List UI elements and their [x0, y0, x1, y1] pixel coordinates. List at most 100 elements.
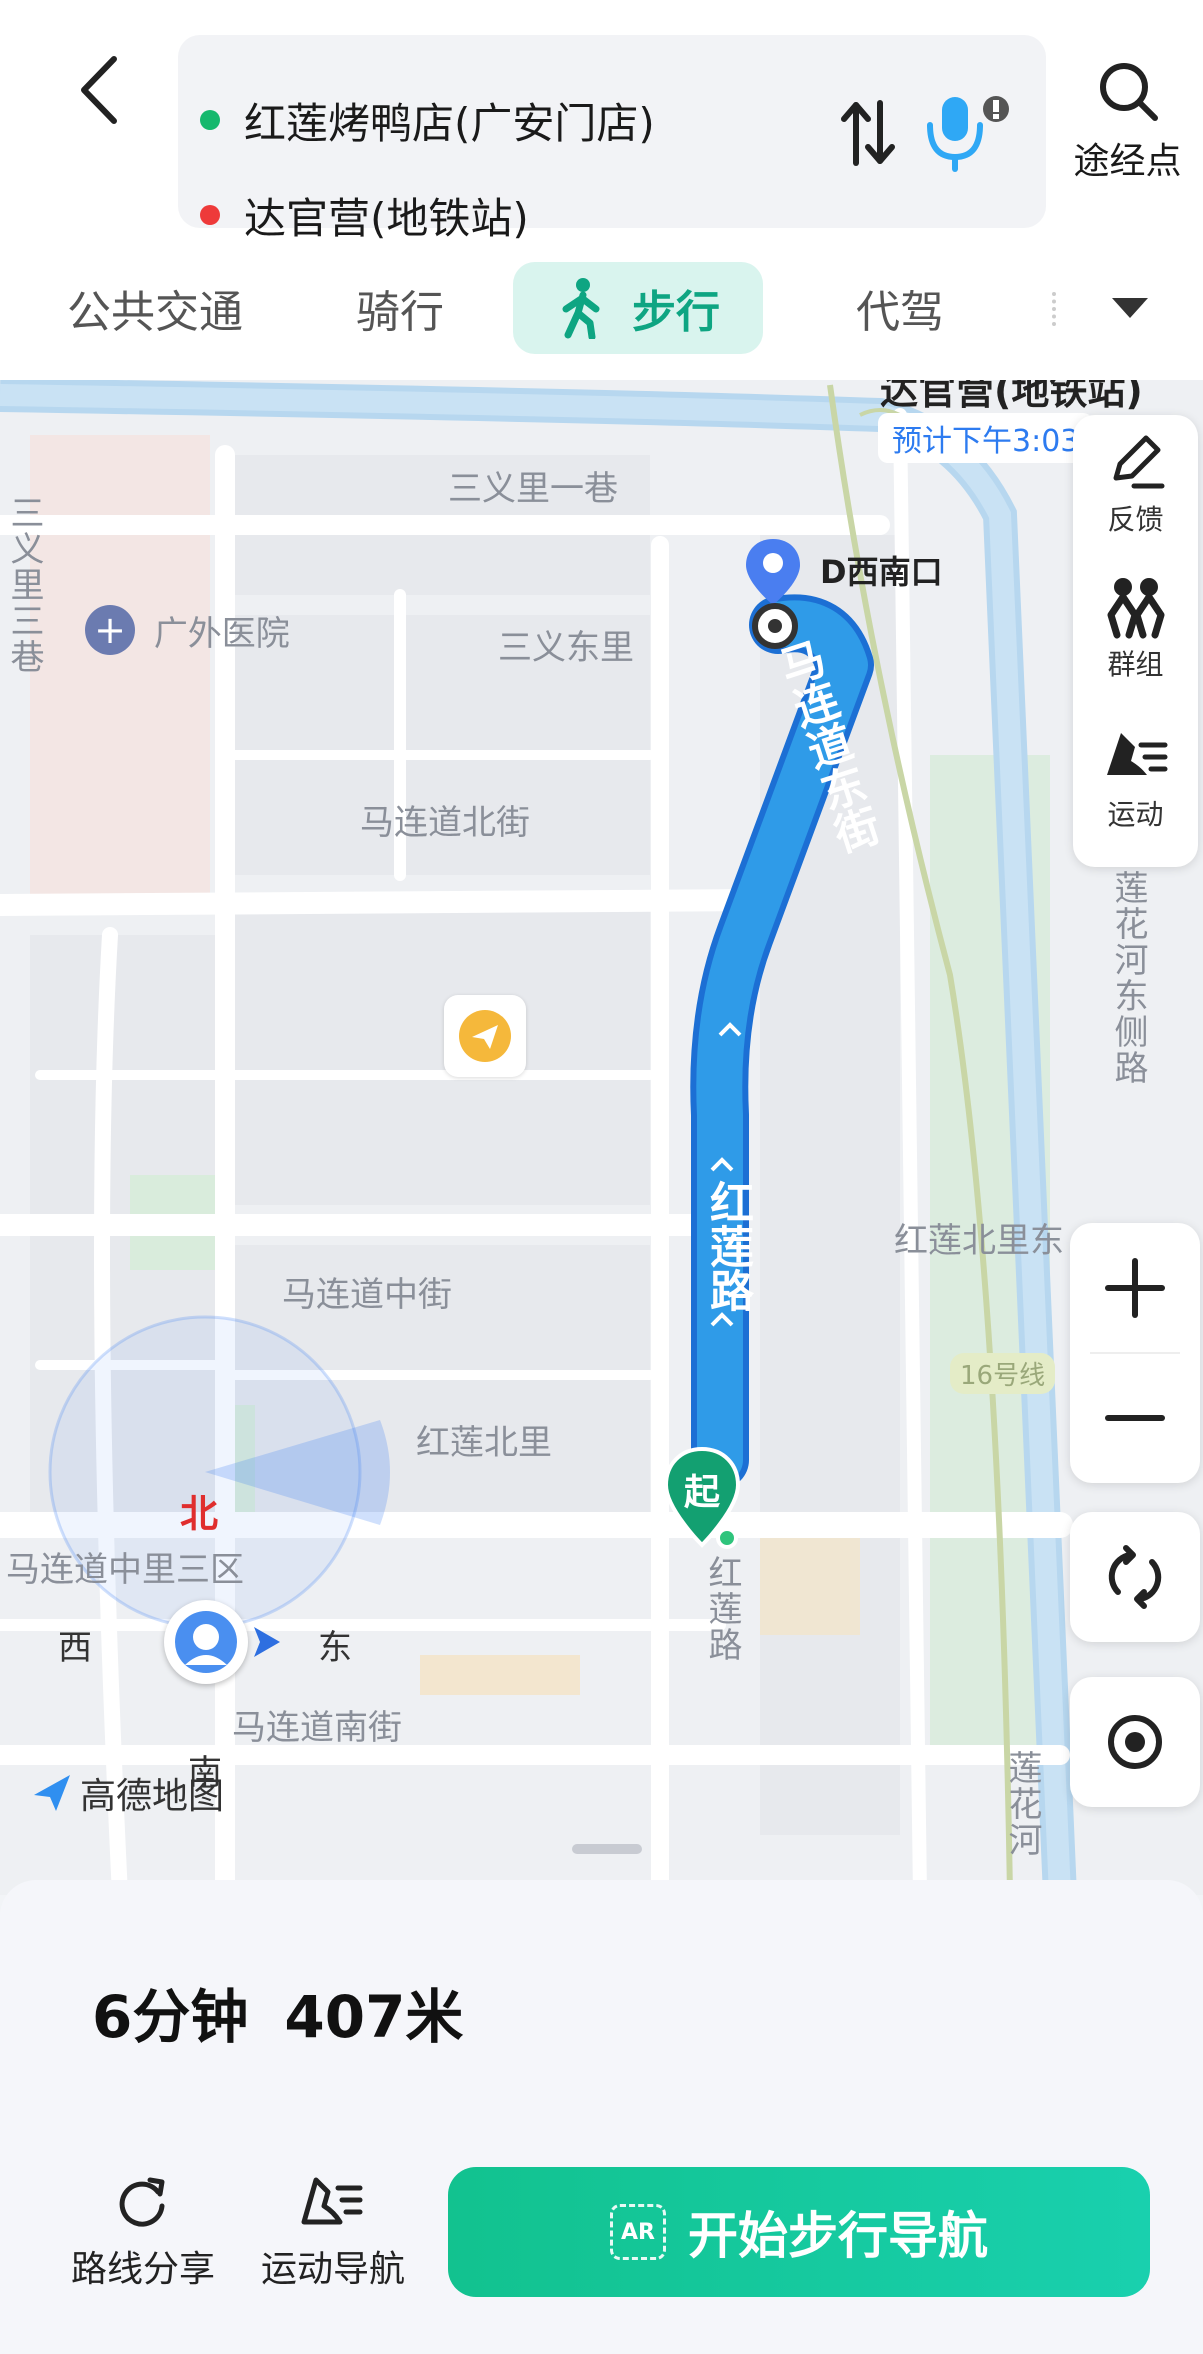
- start-nav-label: 开始步行导航: [688, 2207, 988, 2265]
- eta-badge: 预计下午3:03: [878, 413, 1094, 463]
- end-dot: [200, 205, 220, 225]
- locate-icon: [1108, 1715, 1162, 1769]
- destination-pin[interactable]: [742, 535, 804, 613]
- amap-logo-icon: [34, 1775, 70, 1811]
- route-summary: 6分钟 407米: [92, 1970, 463, 2054]
- route-duration: 6分钟: [92, 1983, 249, 2051]
- caret-down-icon: [1112, 298, 1148, 318]
- sport-navigation-button[interactable]: 运动导航: [248, 2170, 418, 2292]
- zoom-controls: [1070, 1223, 1200, 1483]
- poi-coin-marker[interactable]: [444, 995, 526, 1077]
- start-marker[interactable]: 起: [660, 1445, 744, 1553]
- compass-north: 北: [180, 1492, 219, 1536]
- hospital-icon: +: [85, 605, 135, 655]
- share-route-button[interactable]: 路线分享: [58, 2170, 228, 2292]
- sport-shoe-icon: [1106, 733, 1167, 775]
- ar-icon: AR: [610, 2204, 666, 2260]
- street-label: 马连道北街: [360, 803, 530, 843]
- header: 红莲烤鸭店(广安门店) 达官营(地铁站) 途经点 公共交通 骑行 步行 代驾: [0, 0, 1203, 380]
- swap-arrows-icon: [841, 100, 895, 166]
- waypoint-button[interactable]: 途经点: [1060, 60, 1195, 200]
- travel-mode-tabs: 公共交通 骑行 步行 代驾: [0, 262, 1203, 354]
- end-point-marker: [752, 603, 798, 649]
- end-location-text: 达官营(地铁站): [244, 193, 529, 243]
- compass-east: 东: [318, 1628, 352, 1668]
- start-dot: [200, 110, 220, 130]
- map-view[interactable]: 三义里一巷 三义里三巷 + 广外医院 三义东里 马连道北街 马连道中街 红莲北里…: [0, 375, 1203, 1895]
- user-location-avatar[interactable]: [164, 1600, 248, 1684]
- street-label: 莲花河东侧路: [1108, 870, 1148, 1086]
- sport-button[interactable]: 运动: [1073, 725, 1198, 865]
- search-icon: [1099, 63, 1158, 121]
- poi-hospital[interactable]: + 广外医院: [85, 605, 290, 655]
- area-label: 红莲北里东: [894, 1221, 1064, 1261]
- refresh-icon: [1108, 1545, 1162, 1609]
- walking-person-icon: [562, 278, 600, 339]
- river-label: 莲花河: [1002, 1750, 1042, 1858]
- locate-me-button[interactable]: [1070, 1677, 1200, 1807]
- start-location-text: 红莲烤鸭店(广安门店): [244, 98, 655, 148]
- group-button[interactable]: 群组: [1073, 575, 1198, 715]
- location-pin-icon: [746, 539, 800, 605]
- minus-icon: [1105, 1415, 1165, 1421]
- route-summary-sheet: 6分钟 407米 路线分享 运动导航 AR 开始步行导航: [0, 1844, 1203, 2354]
- end-point-dot: [768, 619, 782, 633]
- compass-west: 西: [58, 1628, 92, 1668]
- heading-arrow-icon: [254, 1627, 280, 1657]
- tab-public-transit[interactable]: 公共交通: [40, 262, 270, 354]
- tab-walking[interactable]: 步行: [513, 262, 763, 354]
- amap-logo: 高德地图: [30, 1767, 224, 1819]
- route-road-label: 红莲路: [702, 1180, 753, 1312]
- waypoint-label: 途经点: [1073, 141, 1182, 182]
- action-label: 运动导航: [260, 2249, 405, 2290]
- sheet-drag-handle[interactable]: [572, 1844, 642, 1854]
- subway-line-label: 16号线: [950, 1353, 1056, 1394]
- side-label: 运动: [1107, 798, 1164, 831]
- exit-label: D西南口: [820, 553, 943, 591]
- pencil-icon: [1113, 435, 1164, 489]
- street-label: 三义里一巷: [448, 469, 618, 509]
- voice-input-button[interactable]: [918, 82, 1018, 177]
- sport-shoe-outline-icon: [301, 2177, 363, 2225]
- route-distance: 407米: [284, 1983, 464, 2051]
- map-side-panel: 反馈 群组 运动: [1073, 415, 1198, 867]
- street-label: 三义里三巷: [4, 495, 44, 675]
- feedback-button[interactable]: 反馈: [1073, 430, 1198, 570]
- area-label: 三义东里: [498, 628, 634, 668]
- start-location-field[interactable]: 红莲烤鸭店(广安门店): [200, 85, 655, 155]
- plus-icon: [1105, 1258, 1165, 1318]
- tab-label: 公共交通: [67, 287, 243, 338]
- tab-cycling[interactable]: 骑行: [320, 262, 480, 354]
- coin-icon: [459, 1010, 511, 1062]
- zoom-out-button[interactable]: [1070, 1353, 1200, 1483]
- side-label: 群组: [1107, 648, 1164, 681]
- street-label: 马连道南街: [232, 1708, 402, 1748]
- zoom-in-button[interactable]: [1070, 1223, 1200, 1353]
- area-label: 马连道中里三区: [6, 1550, 244, 1590]
- action-label: 路线分享: [70, 2249, 215, 2290]
- more-modes-button[interactable]: [1090, 262, 1170, 354]
- poi-label: 广外医院: [153, 613, 290, 654]
- tab-label: 骑行: [356, 287, 444, 338]
- start-marker-label: 起: [683, 1472, 720, 1513]
- street-label: 红莲路: [702, 1555, 742, 1663]
- end-location-field[interactable]: 达官营(地铁站): [200, 180, 529, 250]
- eta-text: 预计下午3:03: [892, 424, 1080, 459]
- logo-text: 高德地图: [80, 1776, 225, 1817]
- refresh-route-button[interactable]: [1070, 1512, 1200, 1642]
- side-label: 反馈: [1107, 503, 1164, 536]
- group-icon: [1107, 578, 1164, 639]
- microphone-icon: [927, 95, 1009, 172]
- tab-divider: [1052, 292, 1056, 326]
- street-label: 马连道中街: [282, 1275, 452, 1315]
- tab-designated-driver[interactable]: 代驾: [820, 262, 980, 354]
- chevron-left-icon: [81, 56, 117, 124]
- start-dot: [716, 1527, 738, 1549]
- route-input-box: 红莲烤鸭店(广安门店) 达官营(地铁站): [178, 35, 1046, 243]
- swap-route-button[interactable]: [828, 93, 908, 173]
- back-button[interactable]: [60, 45, 140, 135]
- user-avatar-icon: [175, 1611, 237, 1673]
- share-icon: [119, 2177, 165, 2227]
- start-walking-navigation-button[interactable]: AR 开始步行导航: [448, 2167, 1150, 2297]
- tab-label: 代驾: [856, 287, 944, 338]
